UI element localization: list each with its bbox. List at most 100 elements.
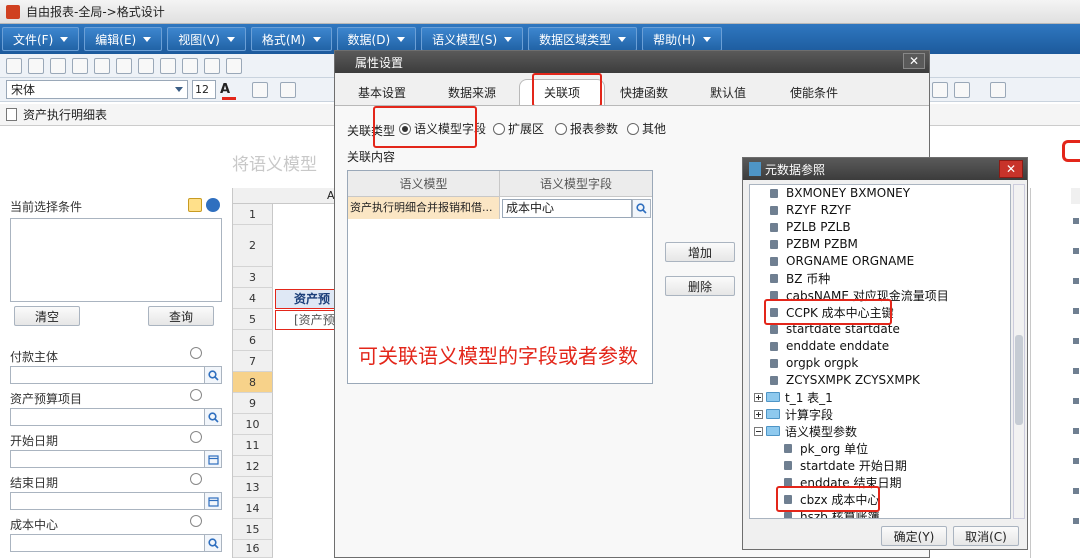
cancel-button[interactable]: 取消(C) xyxy=(953,526,1019,546)
budget-item-input[interactable] xyxy=(10,408,222,426)
fill-color-icon[interactable] xyxy=(252,82,268,98)
row-header-selected[interactable]: 8 xyxy=(233,372,273,393)
expand-icon[interactable] xyxy=(754,392,763,402)
table-cell-field-input[interactable]: 成本中心 xyxy=(502,199,632,218)
menu-view[interactable]: 视图(V) xyxy=(167,27,246,51)
preview-icon[interactable] xyxy=(160,57,176,74)
menu-help[interactable]: 帮助(H) xyxy=(642,27,722,51)
row-header[interactable]: 4 xyxy=(233,288,273,309)
row-header[interactable]: 5 xyxy=(233,309,273,330)
row-header[interactable]: 11 xyxy=(233,435,273,456)
row-header[interactable]: 14 xyxy=(233,498,273,519)
tree-folder-item-expanded[interactable]: 语义模型参数 xyxy=(754,423,857,439)
tree-folder-item[interactable]: 计算字段 xyxy=(754,406,833,422)
row-header[interactable]: 13 xyxy=(233,477,273,498)
close-icon[interactable]: ✕ xyxy=(903,53,925,69)
eraser-icon[interactable] xyxy=(190,431,202,443)
collapse-icon[interactable] xyxy=(754,426,763,436)
close-icon[interactable]: ✕ xyxy=(999,160,1023,178)
eraser-icon[interactable] xyxy=(190,389,202,401)
tree-leaf-item[interactable]: PZBM PZBM xyxy=(770,236,858,252)
menu-data-area-type[interactable]: 数据区域类型 xyxy=(528,27,638,51)
payer-input[interactable] xyxy=(10,366,222,384)
ok-button[interactable]: 确定(Y) xyxy=(881,526,947,546)
row-header[interactable]: 12 xyxy=(233,456,273,477)
cut-icon[interactable] xyxy=(94,57,110,74)
tab-enable-condition[interactable]: 使能条件 xyxy=(779,79,849,105)
row-header[interactable]: 1 xyxy=(233,204,273,225)
settings-icon[interactable] xyxy=(990,82,1006,98)
undo-icon[interactable] xyxy=(50,57,66,74)
menu-edit[interactable]: 编辑(E) xyxy=(84,27,163,51)
end-date-input[interactable] xyxy=(10,492,222,510)
layout-icon[interactable] xyxy=(954,82,970,98)
tree-leaf-item[interactable]: RZYF RZYF xyxy=(770,202,851,218)
row-header[interactable]: 6 xyxy=(233,330,273,351)
metadata-scrollbar[interactable] xyxy=(1013,184,1025,519)
add-button[interactable]: 增加 xyxy=(665,242,735,262)
tree-leaf-item[interactable]: ZCYSXMPK ZCYSXMPK xyxy=(770,372,920,388)
print-icon[interactable] xyxy=(182,57,198,74)
tree-leaf-item[interactable]: startdate 开始日期 xyxy=(784,457,907,473)
start-date-input[interactable] xyxy=(10,450,222,468)
cost-center-input[interactable] xyxy=(10,534,222,552)
tree-leaf-item[interactable]: BZ 币种 xyxy=(770,270,830,286)
tab-data-source[interactable]: 数据来源 xyxy=(437,79,507,105)
tree-leaf-item[interactable]: PZLB PZLB xyxy=(770,219,851,235)
table-cell-model[interactable]: 资产执行明细合并报销和借... xyxy=(348,197,500,219)
radio-extension-area[interactable]: 扩展区 xyxy=(493,120,544,137)
row-header[interactable]: 3 xyxy=(233,267,273,288)
format-icon[interactable] xyxy=(226,57,242,74)
menu-file[interactable]: 文件(F) xyxy=(2,27,80,51)
refresh-icon[interactable] xyxy=(188,198,202,212)
menu-data[interactable]: 数据(D) xyxy=(336,27,417,51)
eraser-icon[interactable] xyxy=(190,347,202,359)
tree-leaf-item[interactable]: ORGNAME ORGNAME xyxy=(770,253,914,269)
scrollbar-thumb[interactable] xyxy=(1015,335,1023,425)
tree-leaf-item[interactable]: enddate enddate xyxy=(770,338,889,354)
eraser-icon[interactable] xyxy=(190,515,202,527)
font-size-select[interactable]: 12 xyxy=(192,80,216,99)
row-header[interactable]: 10 xyxy=(233,414,273,435)
search-icon[interactable] xyxy=(632,199,651,218)
query-button[interactable]: 查询 xyxy=(148,306,214,326)
delete-button[interactable]: 删除 xyxy=(665,276,735,296)
redo-icon[interactable] xyxy=(72,57,88,74)
tab-basic-settings[interactable]: 基本设置 xyxy=(347,79,417,105)
radio-other[interactable]: 其他 xyxy=(627,120,666,137)
row-header[interactable]: 7 xyxy=(233,351,273,372)
row-header[interactable]: 2 xyxy=(233,225,273,267)
tree-folder-item[interactable]: t_1 表_1 xyxy=(754,389,833,405)
font-family-select[interactable]: 宋体 xyxy=(6,80,188,99)
collapse-icon[interactable] xyxy=(206,198,220,212)
radio-report-param[interactable]: 报表参数 xyxy=(555,120,618,137)
save-all-icon[interactable] xyxy=(28,57,44,74)
search-icon[interactable] xyxy=(204,366,222,384)
menu-format[interactable]: 格式(M) xyxy=(250,27,332,51)
paste-icon[interactable] xyxy=(138,57,154,74)
save-icon[interactable] xyxy=(6,57,22,74)
tree-leaf-item[interactable]: BXMONEY BXMONEY xyxy=(770,185,910,201)
view-toggle-icon[interactable] xyxy=(932,82,948,98)
font-color-icon[interactable]: A xyxy=(220,82,238,98)
row-header[interactable]: 9 xyxy=(233,393,273,414)
row-header[interactable]: 15 xyxy=(233,519,273,540)
row-header[interactable]: 16 xyxy=(233,540,273,558)
calendar-icon[interactable] xyxy=(204,492,222,510)
expand-icon[interactable] xyxy=(754,409,763,419)
current-conditions-box[interactable] xyxy=(10,218,222,302)
calendar-icon[interactable] xyxy=(204,450,222,468)
tree-leaf-item[interactable]: orgpk orgpk xyxy=(770,355,858,371)
style-icon[interactable] xyxy=(204,57,220,74)
menu-semantic-model[interactable]: 语义模型(S) xyxy=(421,27,524,51)
search-icon[interactable] xyxy=(204,408,222,426)
border-icon[interactable] xyxy=(280,82,296,98)
grid-cell-field[interactable]: [资产预 xyxy=(275,310,337,330)
eraser-icon[interactable] xyxy=(190,473,202,485)
search-icon[interactable] xyxy=(204,534,222,552)
copy-icon[interactable] xyxy=(116,57,132,74)
tab-quick-functions[interactable]: 快捷函数 xyxy=(609,79,679,105)
clear-button[interactable]: 清空 xyxy=(14,306,80,326)
grid-cell-title[interactable]: 资产预 xyxy=(275,289,337,309)
tree-leaf-item[interactable]: pk_org 单位 xyxy=(784,440,868,456)
